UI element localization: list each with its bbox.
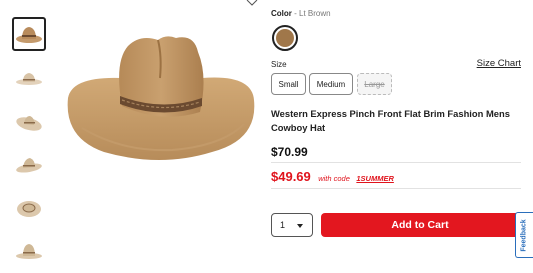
size-option-large: Large	[357, 73, 392, 95]
reviews-link[interactable]	[316, 0, 376, 2]
thumbnail-1[interactable]	[12, 17, 46, 51]
hat-thumbnail-icon	[17, 201, 41, 217]
size-option-small[interactable]: Small	[271, 73, 306, 95]
hat-thumbnail-icon	[16, 73, 42, 85]
promo-code-link[interactable]: 1SUMMER	[356, 174, 394, 183]
thumbnail-2[interactable]	[12, 61, 46, 95]
add-to-cart-button[interactable]: Add to Cart	[321, 213, 519, 237]
hat-thumbnail-icon	[16, 158, 42, 173]
thumbnail-4[interactable]	[12, 147, 46, 181]
color-value: Lt Brown	[299, 9, 331, 18]
main-product-image[interactable]	[62, 28, 258, 188]
color-swatch-lt-brown[interactable]	[272, 25, 298, 51]
color-separator: -	[294, 9, 297, 18]
sale-price-row: $49.69 with code 1SUMMER	[271, 168, 394, 186]
color-label: Color	[271, 9, 292, 18]
sale-price: $49.69	[271, 169, 311, 184]
size-label: Size	[271, 60, 287, 69]
swatch-fill	[276, 29, 294, 47]
quantity-select[interactable]: 1	[271, 213, 313, 237]
hat-thumbnail-icon	[16, 27, 42, 43]
hat-thumbnail-icon	[16, 244, 42, 259]
product-details-panel: Color - Lt Brown Size Size Chart Small M…	[271, 0, 523, 273]
sale-divider	[271, 188, 521, 189]
sale-note: with code	[318, 174, 350, 183]
regular-price: $70.99	[271, 145, 308, 159]
feedback-label: Feedback	[521, 218, 529, 252]
feedback-tab[interactable]: Feedback	[515, 212, 533, 258]
thumbnail-6[interactable]	[12, 233, 46, 267]
thumbnail-3[interactable]	[12, 104, 46, 138]
heart-icon[interactable]	[246, 0, 258, 6]
hat-thumbnail-icon	[16, 116, 42, 131]
caret-down-icon	[297, 224, 303, 228]
product-title: Western Express Pinch Front Flat Brim Fa…	[271, 108, 510, 133]
size-option-medium[interactable]: Medium	[309, 73, 353, 95]
color-selector-label: Color - Lt Brown	[271, 9, 331, 18]
price-divider	[271, 162, 521, 163]
size-chart-link[interactable]: Size Chart	[477, 58, 521, 69]
thumbnail-5[interactable]	[12, 190, 46, 224]
quantity-value: 1	[280, 220, 286, 230]
